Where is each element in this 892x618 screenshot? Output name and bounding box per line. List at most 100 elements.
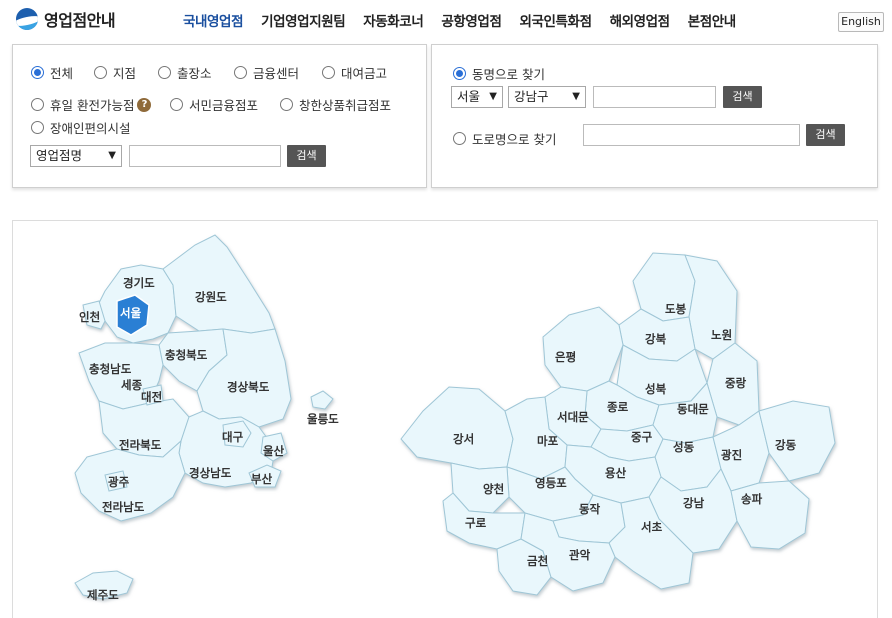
district-eunpyeong[interactable] (542, 306, 624, 392)
radio-label: 도로명으로 찾기 (472, 132, 557, 147)
branch-search-button[interactable]: 검색 (287, 145, 326, 167)
radio-dot (31, 98, 44, 111)
search-by-road-radio[interactable]: 도로명으로 찾기 (453, 129, 556, 148)
label-gangnam[interactable]: 강남 (683, 496, 705, 510)
label-daejeon[interactable]: 대전 (141, 390, 162, 404)
main-nav: 국내영업점 기업영업지원팀 자동화코너 공항영업점 외국인특화점 해외영업점 본… (183, 10, 754, 30)
radio-dot (453, 132, 466, 145)
radio-dot (31, 121, 44, 134)
nav-foreigner-branches[interactable]: 외국인특화점 (519, 10, 592, 30)
district-gangdong[interactable] (758, 400, 836, 482)
label-mapo[interactable]: 마포 (537, 434, 559, 448)
branch-filter-panel: 전체 지점 출장소 금융센터 대여금고 휴일 환전가능점 ? 서민금융점포 창한… (12, 44, 427, 188)
address-search-panel: 동명으로 찾기 서울 ▼ 강남구 ▼ 검색 도로명으로 찾기 검색 (431, 44, 878, 188)
label-guro[interactable]: 구로 (465, 516, 487, 530)
label-jungnang[interactable]: 중랑 (725, 376, 747, 390)
label-yongsan[interactable]: 용산 (605, 466, 627, 480)
label-gwanak[interactable]: 관악 (569, 548, 591, 562)
label-gangdong[interactable]: 강동 (775, 438, 797, 452)
label-junggu[interactable]: 중구 (631, 430, 653, 444)
filter-microfinance-radio[interactable]: 서민금융점포 (170, 95, 258, 114)
label-dobong[interactable]: 도봉 (665, 302, 687, 316)
select-value: 서울 (457, 89, 481, 104)
filter-all-radio[interactable]: 전체 (31, 63, 73, 82)
district-select[interactable]: 강남구 ▼ (508, 86, 586, 108)
dong-search-button[interactable]: 검색 (723, 86, 762, 108)
road-name-input[interactable] (583, 124, 800, 146)
nav-head-office[interactable]: 본점안내 (688, 10, 736, 30)
label-chungnam[interactable]: 충청남도 (89, 362, 132, 376)
label-dongjak[interactable]: 동작 (579, 502, 601, 516)
label-gyeongbuk[interactable]: 경상북도 (227, 380, 270, 394)
label-seongbuk[interactable]: 성북 (645, 382, 667, 396)
logo-text: 영업점안내 (44, 11, 116, 30)
search-by-dong-radio[interactable]: 동명으로 찾기 (453, 64, 545, 83)
filter-special-product-radio[interactable]: 창한상품취급점포 (280, 95, 391, 114)
filter-branch-radio[interactable]: 지점 (94, 63, 136, 82)
label-seodaemun[interactable]: 서대문 (557, 410, 589, 424)
radio-label: 전체 (50, 66, 74, 81)
label-jeonbuk[interactable]: 전라북도 (119, 438, 162, 452)
search-type-select[interactable]: 영업점명 ▼ (30, 145, 122, 167)
label-gwangjin[interactable]: 광진 (721, 448, 742, 462)
label-songpa[interactable]: 송파 (741, 492, 763, 506)
label-gangbuk[interactable]: 강북 (645, 332, 667, 346)
radio-dot (31, 66, 44, 79)
label-nowon[interactable]: 노원 (711, 328, 732, 342)
radio-dot (453, 67, 466, 80)
radio-label: 서민금융점포 (189, 98, 259, 113)
filter-holiday-exchange-radio[interactable]: 휴일 환전가능점 ? (31, 95, 152, 114)
radio-label: 휴일 환전가능점 (50, 98, 135, 113)
radio-dot (158, 66, 171, 79)
label-gyeonggi[interactable]: 경기도 (123, 276, 155, 290)
district-gangseo[interactable] (400, 386, 514, 470)
filter-finance-center-radio[interactable]: 금융센터 (234, 63, 299, 82)
label-yeongdeungpo[interactable]: 영등포 (535, 476, 567, 490)
nav-atm-corner[interactable]: 자동화코너 (363, 10, 424, 30)
nav-corporate-support[interactable]: 기업영업지원팀 (261, 10, 346, 30)
filter-accessibility-radio[interactable]: 장애인편의시설 (31, 118, 131, 137)
region-gangwon[interactable] (162, 234, 276, 334)
radio-dot (234, 66, 247, 79)
label-sejong[interactable]: 세종 (121, 378, 143, 392)
label-gyeongnam[interactable]: 경상남도 (189, 466, 232, 480)
nav-overseas-branches[interactable]: 해외영업점 (610, 10, 671, 30)
label-chungbuk[interactable]: 충청북도 (165, 348, 208, 362)
label-gangwon[interactable]: 강원도 (195, 290, 227, 304)
label-jeonnam[interactable]: 전라남도 (102, 500, 145, 514)
seoul-map (400, 252, 836, 596)
help-icon[interactable]: ? (137, 97, 152, 112)
label-ulleungdo[interactable]: 울릉도 (307, 412, 339, 426)
nav-domestic-branches[interactable]: 국내영업점 (183, 10, 244, 30)
label-seongdong[interactable]: 성동 (673, 440, 695, 454)
select-value: 강남구 (514, 89, 549, 104)
english-button[interactable]: English (838, 12, 884, 32)
select-value: 영업점명 (36, 148, 83, 163)
label-daegu[interactable]: 대구 (222, 430, 244, 444)
nav-airport-branches[interactable]: 공항영업점 (441, 10, 502, 30)
radio-dot (94, 66, 107, 79)
label-busan[interactable]: 부산 (251, 472, 273, 486)
logo[interactable]: 영업점안내 (16, 7, 116, 31)
region-ulleungdo[interactable] (310, 390, 334, 410)
filter-safe-deposit-radio[interactable]: 대여금고 (322, 63, 387, 82)
filter-sub-branch-radio[interactable]: 출장소 (158, 63, 212, 82)
label-eunpyeong[interactable]: 은평 (555, 350, 576, 364)
city-select[interactable]: 서울 ▼ (451, 86, 503, 108)
label-yangcheon[interactable]: 양천 (483, 482, 504, 496)
label-ulsan[interactable]: 울산 (263, 444, 285, 458)
road-search-button[interactable]: 검색 (806, 124, 845, 146)
label-gangseo[interactable]: 강서 (453, 432, 474, 446)
dong-input[interactable] (593, 86, 716, 108)
branch-name-input[interactable] (129, 145, 281, 167)
label-incheon[interactable]: 인천 (79, 310, 100, 324)
label-jongno[interactable]: 종로 (607, 400, 629, 414)
label-geumcheon[interactable]: 금천 (527, 554, 548, 568)
label-seoul[interactable]: 서울 (120, 306, 142, 320)
label-seocho[interactable]: 서초 (641, 520, 663, 534)
label-dongdaemun[interactable]: 동대문 (677, 402, 709, 416)
chevron-down-icon: ▼ (108, 150, 116, 161)
label-jeju[interactable]: 제주도 (87, 588, 119, 602)
label-gwangju[interactable]: 광주 (108, 475, 130, 489)
chevron-down-icon: ▼ (489, 91, 497, 102)
